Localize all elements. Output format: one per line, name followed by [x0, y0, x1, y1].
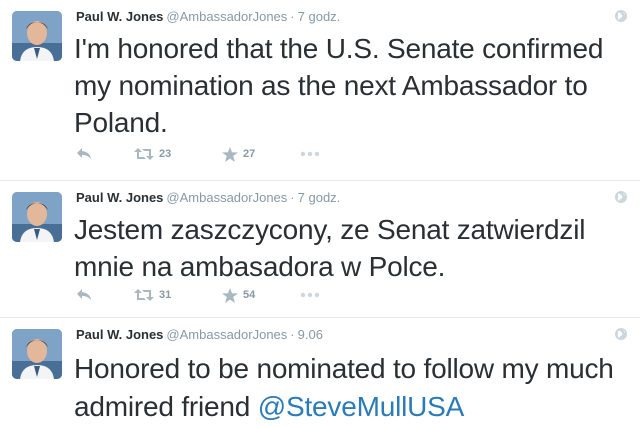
tweet-header: Paul W. Jones @AmbassadorJones · 9.06: [76, 327, 323, 343]
avatar[interactable]: [12, 11, 62, 61]
timestamp[interactable]: 7 godz.: [298, 9, 341, 24]
reply-button[interactable]: [76, 288, 134, 302]
retweet-icon: [134, 148, 154, 160]
retweet-button[interactable]: 23: [134, 147, 222, 161]
more-icon: [300, 292, 320, 298]
retweet-button[interactable]: 31: [134, 288, 222, 302]
star-icon: [222, 146, 238, 162]
author-handle[interactable]: @AmbassadorJones: [166, 9, 287, 24]
tweet-feed: Paul W. Jones @AmbassadorJones · 7 godz. I'…: [0, 0, 640, 427]
globe-icon: [615, 191, 627, 203]
favorite-count: 27: [243, 148, 256, 160]
tweet[interactable]: Paul W. Jones @AmbassadorJones · 7 godz. I'…: [0, 0, 640, 181]
tweet-text: Jestem zaszczycony, ze Senat zatwierdzil…: [74, 214, 586, 282]
tweet-actions: 31 54: [76, 287, 320, 303]
author-name[interactable]: Paul W. Jones: [76, 190, 163, 205]
separator: ·: [290, 327, 295, 342]
timestamp[interactable]: 9.06: [298, 327, 323, 342]
author-name[interactable]: Paul W. Jones: [76, 9, 163, 24]
tweet-text: I'm honored that the U.S. Senate confirm…: [74, 33, 604, 138]
separator: ·: [290, 190, 295, 205]
author-handle[interactable]: @AmbassadorJones: [166, 190, 287, 205]
reply-icon: [77, 289, 91, 300]
reply-icon: [77, 148, 91, 159]
separator: ·: [290, 9, 295, 24]
globe-icon: [615, 328, 627, 340]
tweet[interactable]: Paul W. Jones @AmbassadorJones · 7 godz. Je…: [0, 181, 640, 318]
more-button[interactable]: [300, 151, 320, 157]
tweet[interactable]: Paul W. Jones @AmbassadorJones · 9.06 Honor…: [0, 318, 640, 427]
tweet-actions: 23 27: [76, 146, 320, 162]
avatar[interactable]: [12, 329, 62, 379]
star-icon: [222, 287, 238, 303]
favorite-count: 54: [243, 289, 256, 301]
favorite-button[interactable]: 27: [222, 146, 300, 162]
author-name[interactable]: Paul W. Jones: [76, 327, 163, 342]
retweet-count: 31: [159, 289, 172, 301]
tweet-header: Paul W. Jones @AmbassadorJones · 7 godz.: [76, 190, 340, 206]
avatar[interactable]: [12, 192, 62, 242]
tweet-header: Paul W. Jones @AmbassadorJones · 7 godz.: [76, 9, 340, 25]
timestamp[interactable]: 7 godz.: [298, 190, 341, 205]
author-handle[interactable]: @AmbassadorJones: [166, 327, 287, 342]
favorite-button[interactable]: 54: [222, 287, 300, 303]
more-icon: [300, 151, 320, 157]
tweet-text: Honored to be nominated to follow my muc…: [74, 350, 624, 426]
globe-icon: [615, 10, 627, 22]
retweet-count: 23: [159, 148, 172, 160]
reply-button[interactable]: [76, 147, 134, 161]
mention-link[interactable]: @SteveMullUSA: [258, 391, 465, 422]
retweet-icon: [134, 289, 154, 301]
more-button[interactable]: [300, 292, 320, 298]
